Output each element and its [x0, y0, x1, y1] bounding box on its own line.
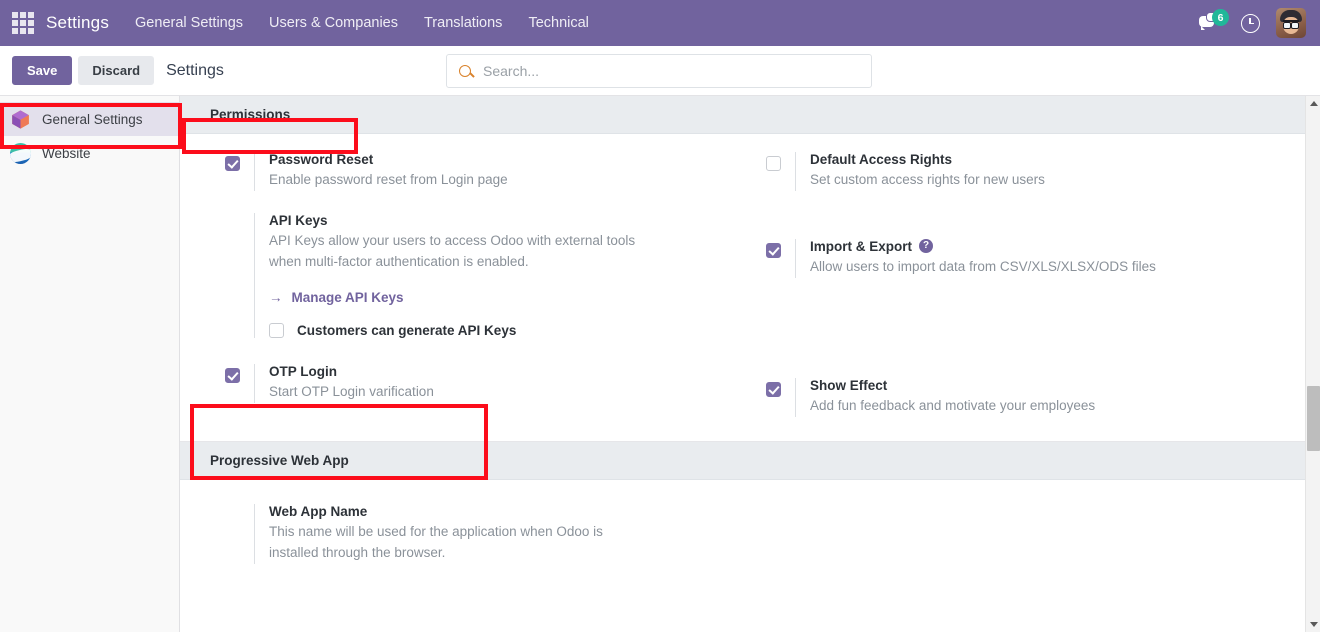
setting-description: This name will be used for the applicati… [269, 523, 603, 560]
sidebar-item-general-settings[interactable]: General Settings [0, 102, 179, 136]
save-button[interactable]: Save [12, 56, 73, 85]
setting-password-reset[interactable]: Password Reset Enable password reset fro… [225, 152, 734, 191]
setting-title: OTP Login [269, 364, 434, 379]
pwa-settings-block: Web App Name This name will be used for … [180, 480, 1320, 600]
settings-content: Permissions Password Reset Enable passwo… [180, 96, 1320, 632]
setting-show-effect[interactable]: Show Effect Add fun feedback and motivat… [766, 377, 1304, 417]
setting-label: OTP Login [269, 363, 337, 379]
permissions-left-column: Password Reset Enable password reset fro… [180, 152, 750, 427]
top-navbar: Settings General Settings Users & Compan… [0, 0, 1320, 46]
section-header-progressive-web-app: Progressive Web App [180, 441, 1320, 480]
setting-label: API Keys [269, 212, 328, 228]
setting-title: Default Access Rights [810, 152, 1045, 167]
setting-description: Allow users to import data from CSV/XLS/… [810, 258, 1156, 274]
password-reset-checkbox[interactable] [225, 156, 240, 171]
customers-generate-api-keys-label: Customers can generate API Keys [297, 322, 517, 338]
setting-label: Show Effect [810, 377, 888, 393]
menu-general-settings[interactable]: General Settings [135, 15, 243, 31]
default-access-rights-checkbox[interactable] [766, 156, 781, 171]
setting-label: Import & Export [810, 238, 913, 254]
avatar[interactable] [1276, 8, 1306, 38]
setting-label: Web App Name [269, 503, 368, 519]
messages-count-badge: 6 [1212, 9, 1229, 26]
scroll-down-arrow-icon[interactable] [1306, 617, 1320, 632]
arrow-right-icon: → [269, 289, 283, 305]
search-bar[interactable] [446, 54, 872, 88]
import-export-checkbox[interactable] [766, 242, 781, 258]
page-title: Settings [166, 61, 224, 79]
otp-login-checkbox[interactable] [225, 367, 240, 383]
setting-description: Set custom access rights for new users [810, 172, 1045, 187]
clock-icon[interactable] [1241, 13, 1260, 33]
permissions-right-column: Default Access Rights Set custom access … [750, 152, 1320, 427]
navbar-right-tools: 6 [1199, 8, 1310, 38]
section-header-permissions: Permissions [180, 96, 1320, 134]
manage-api-keys-label: Manage API Keys [291, 289, 404, 305]
pwa-left-column: Web App Name This name will be used for … [180, 503, 750, 586]
customers-generate-api-keys-row[interactable]: Customers can generate API Keys [269, 322, 669, 338]
messages-icon[interactable]: 6 [1199, 9, 1229, 34]
setting-default-access-rights[interactable]: Default Access Rights Set custom access … [766, 152, 1304, 191]
setting-title: Password Reset [269, 152, 508, 167]
setting-description: Start OTP Login varification [269, 383, 434, 399]
setting-title: Show Effect [810, 378, 1095, 393]
search-input[interactable] [481, 62, 859, 80]
vertical-scrollbar[interactable] [1305, 96, 1320, 632]
website-globe-icon [10, 142, 31, 164]
help-question-icon[interactable]: ? [919, 239, 934, 254]
app-brand-title[interactable]: Settings [46, 13, 109, 33]
sidebar-item-label: Website [42, 145, 91, 161]
apps-grid-icon[interactable] [12, 12, 34, 34]
setting-description: Add fun feedback and motivate your emplo… [810, 397, 1096, 413]
settings-sidebar: General Settings Website [0, 96, 180, 632]
setting-web-app-name: Web App Name This name will be used for … [225, 503, 734, 564]
setting-api-keys: API Keys API Keys allow your users to ac… [225, 212, 734, 338]
setting-label: Password Reset [269, 152, 374, 167]
customers-generate-api-keys-checkbox[interactable] [269, 322, 284, 338]
page-body: General Settings Website Permissions Pas… [0, 96, 1320, 632]
menu-technical[interactable]: Technical [528, 15, 588, 31]
manage-api-keys-link[interactable]: → Manage API Keys [269, 290, 669, 305]
scrollbar-thumb[interactable] [1307, 386, 1320, 451]
pwa-right-column [750, 504, 1320, 586]
show-effect-checkbox[interactable] [766, 381, 781, 397]
settings-hexagon-icon [10, 109, 31, 130]
discard-button[interactable]: Discard [78, 56, 155, 85]
permissions-settings-block: Password Reset Enable password reset fro… [180, 134, 1320, 442]
api-keys-checkbox-spacer [225, 217, 240, 232]
setting-title: Web App Name [269, 504, 639, 519]
menu-translations[interactable]: Translations [424, 15, 502, 31]
search-icon [459, 65, 471, 77]
setting-label: Default Access Rights [810, 152, 953, 167]
setting-import-export[interactable]: Import & Export ? Allow users to import … [766, 238, 1304, 278]
setting-title: API Keys [269, 213, 669, 228]
menu-users-companies[interactable]: Users & Companies [269, 15, 398, 31]
scroll-up-arrow-icon[interactable] [1306, 96, 1320, 111]
sidebar-item-label: General Settings [42, 111, 143, 127]
web-app-name-checkbox-spacer [225, 508, 240, 523]
setting-otp-login[interactable]: OTP Login Start OTP Login varification [225, 363, 734, 403]
setting-title: Import & Export ? [810, 239, 1156, 254]
setting-description: Enable password reset from Login page [269, 172, 508, 187]
sidebar-item-website[interactable]: Website [0, 136, 179, 170]
setting-description: API Keys allow your users to access Odoo… [269, 232, 636, 269]
